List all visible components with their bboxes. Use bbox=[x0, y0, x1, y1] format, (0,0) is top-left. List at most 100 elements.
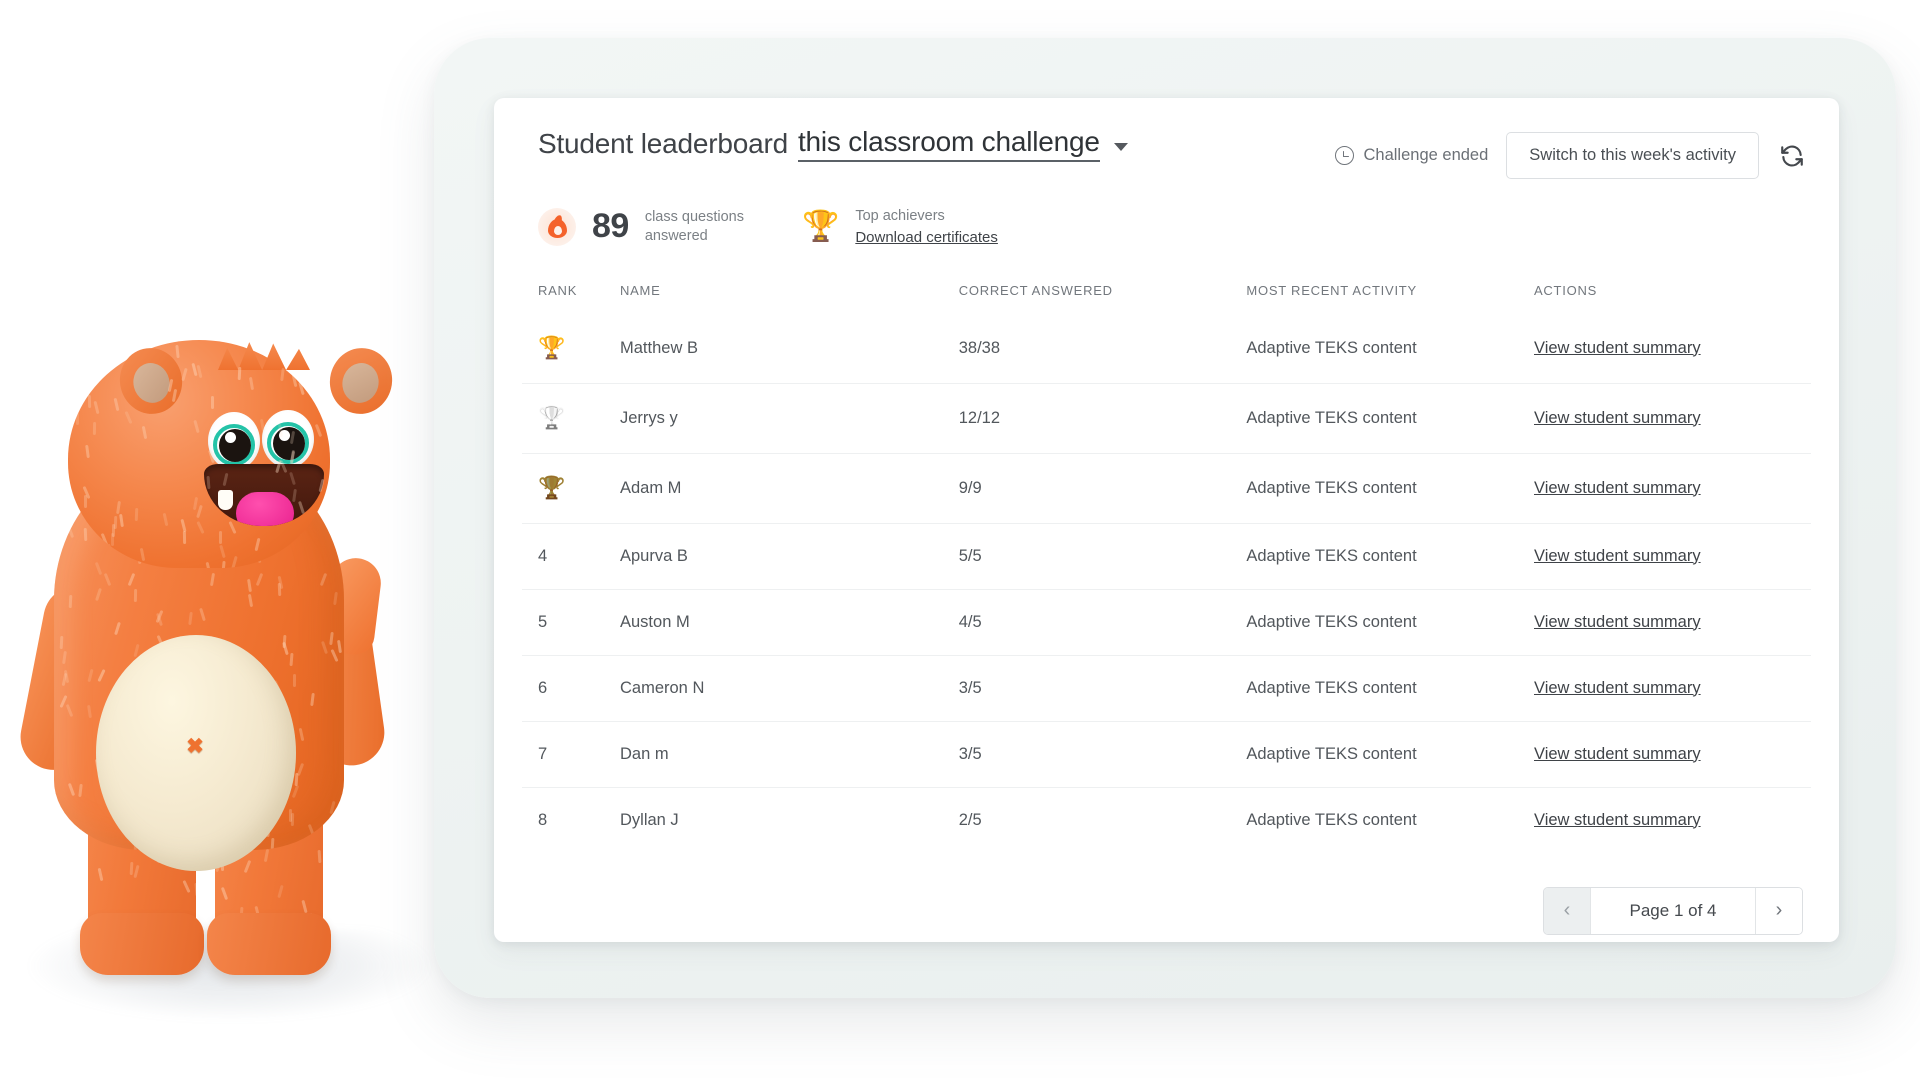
student-name: Jerrys y bbox=[620, 383, 959, 453]
actions-cell: View student summary bbox=[1534, 383, 1811, 453]
leaderboard-card: Student leaderboard this classroom chall… bbox=[494, 98, 1839, 942]
view-student-summary-link[interactable]: View student summary bbox=[1534, 339, 1701, 357]
most-recent-activity: Adaptive TEKS content bbox=[1246, 721, 1534, 787]
actions-cell: View student summary bbox=[1534, 523, 1811, 589]
table-row: 4 Apurva B 5/5 Adaptive TEKS content View st… bbox=[522, 523, 1811, 589]
student-name: Dan m bbox=[620, 721, 959, 787]
correct-answered: 3/5 bbox=[959, 655, 1247, 721]
mascot-eye-right bbox=[262, 410, 314, 468]
flame-icon bbox=[538, 208, 576, 246]
column-header-actions: ACTIONS bbox=[1534, 273, 1811, 314]
rank-number: 5 bbox=[522, 589, 620, 655]
view-student-summary-link[interactable]: View student summary bbox=[1534, 745, 1701, 763]
screenshot-root: ✖ Student leaderboard this classroom cha… bbox=[0, 0, 1920, 1080]
trophy-silver-icon: 🏆 bbox=[538, 407, 565, 429]
top-achievers-block: Top achievers Download certificates bbox=[855, 205, 998, 249]
mascot-mouth bbox=[204, 464, 324, 526]
questions-answered-count: 89 bbox=[592, 207, 629, 246]
correct-answered: 3/5 bbox=[959, 721, 1247, 787]
most-recent-activity: Adaptive TEKS content bbox=[1246, 314, 1534, 384]
download-certificates-link[interactable]: Download certificates bbox=[855, 229, 998, 246]
refresh-icon[interactable] bbox=[1779, 143, 1805, 169]
trophy-award-icon: 🏆 bbox=[802, 212, 839, 242]
chevron-left-icon[interactable]: ‹ bbox=[1544, 888, 1590, 934]
challenge-scope-selector[interactable]: this classroom challenge bbox=[798, 126, 1100, 162]
view-student-summary-link[interactable]: View student summary bbox=[1534, 613, 1701, 631]
student-name: Adam M bbox=[620, 453, 959, 523]
table-row: 🏆 Jerrys y 12/12 Adaptive TEKS content View … bbox=[522, 383, 1811, 453]
mascot-tooth bbox=[218, 490, 233, 510]
rank-medal-silver-icon: 🏆 bbox=[522, 383, 620, 453]
correct-answered: 12/12 bbox=[959, 383, 1247, 453]
challenge-status: Challenge ended bbox=[1335, 146, 1489, 165]
mascot-head bbox=[68, 340, 330, 568]
stat-label-line-2: answered bbox=[645, 228, 708, 244]
class-stats: 89 class questions answered 🏆 Top achiev… bbox=[522, 179, 1811, 249]
trophy-gold-icon: 🏆 bbox=[538, 337, 565, 359]
table-row: 8 Dyllan J 2/5 Adaptive TEKS content View st… bbox=[522, 787, 1811, 853]
student-name: Apurva B bbox=[620, 523, 959, 589]
column-header-rank: RANK bbox=[522, 273, 620, 314]
correct-answered: 4/5 bbox=[959, 589, 1247, 655]
actions-cell: View student summary bbox=[1534, 453, 1811, 523]
view-student-summary-link[interactable]: View student summary bbox=[1534, 679, 1701, 697]
mascot-ear-left bbox=[113, 341, 189, 420]
rank-number: 7 bbox=[522, 721, 620, 787]
table-row: 🏆 Matthew B 38/38 Adaptive TEKS content View… bbox=[522, 314, 1811, 384]
page-indicator: Page 1 of 4 bbox=[1590, 888, 1756, 934]
most-recent-activity: Adaptive TEKS content bbox=[1246, 383, 1534, 453]
table-row: 7 Dan m 3/5 Adaptive TEKS content View stude… bbox=[522, 721, 1811, 787]
student-name: Auston M bbox=[620, 589, 959, 655]
rank-number: 4 bbox=[522, 523, 620, 589]
actions-cell: View student summary bbox=[1534, 787, 1811, 853]
column-header-correct: CORRECT ANSWERED bbox=[959, 273, 1247, 314]
chevron-right-icon[interactable]: › bbox=[1756, 888, 1802, 934]
rank-medal-gold-icon: 🏆 bbox=[522, 314, 620, 384]
leaderboard-table: RANK NAME CORRECT ANSWERED MOST RECENT A… bbox=[522, 273, 1811, 853]
view-student-summary-link[interactable]: View student summary bbox=[1534, 547, 1701, 565]
most-recent-activity: Adaptive TEKS content bbox=[1246, 453, 1534, 523]
correct-answered: 5/5 bbox=[959, 523, 1247, 589]
card-header: Student leaderboard this classroom chall… bbox=[522, 98, 1811, 179]
mascot-navel-icon: ✖ bbox=[186, 738, 204, 756]
rank-medal-bronze-icon: 🏆 bbox=[522, 453, 620, 523]
pagination: ‹ Page 1 of 4 › bbox=[1543, 887, 1803, 935]
chevron-down-icon[interactable] bbox=[1114, 143, 1128, 151]
actions-cell: View student summary bbox=[1534, 721, 1811, 787]
actions-cell: View student summary bbox=[1534, 314, 1811, 384]
table-header-row: RANK NAME CORRECT ANSWERED MOST RECENT A… bbox=[522, 273, 1811, 314]
page-title: Student leaderboard this classroom chall… bbox=[538, 126, 1128, 162]
table-row: 5 Auston M 4/5 Adaptive TEKS content View st… bbox=[522, 589, 1811, 655]
rank-number: 8 bbox=[522, 787, 620, 853]
column-header-name: NAME bbox=[620, 273, 959, 314]
trophy-bronze-icon: 🏆 bbox=[538, 477, 565, 499]
correct-answered: 2/5 bbox=[959, 787, 1247, 853]
table-row: 🏆 Adam M 9/9 Adaptive TEKS content View stud… bbox=[522, 453, 1811, 523]
correct-answered: 9/9 bbox=[959, 453, 1247, 523]
view-student-summary-link[interactable]: View student summary bbox=[1534, 479, 1701, 497]
questions-answered-label: class questions answered bbox=[645, 208, 744, 246]
stat-label-line-1: class questions bbox=[645, 209, 744, 225]
most-recent-activity: Adaptive TEKS content bbox=[1246, 589, 1534, 655]
pagination-row: ‹ Page 1 of 4 › bbox=[522, 853, 1811, 935]
view-student-summary-link[interactable]: View student summary bbox=[1534, 811, 1701, 829]
top-achievers-label: Top achievers bbox=[855, 208, 944, 224]
mascot-hair-tuft bbox=[218, 336, 310, 370]
table-head: RANK NAME CORRECT ANSWERED MOST RECENT A… bbox=[522, 273, 1811, 314]
view-student-summary-link[interactable]: View student summary bbox=[1534, 409, 1701, 427]
page-title-text: Student leaderboard bbox=[538, 128, 788, 160]
table-body: 🏆 Matthew B 38/38 Adaptive TEKS content View… bbox=[522, 314, 1811, 853]
switch-to-week-activity-button[interactable]: Switch to this week's activity bbox=[1506, 132, 1759, 179]
student-name: Matthew B bbox=[620, 314, 959, 384]
table-row: 6 Cameron N 3/5 Adaptive TEKS content View s… bbox=[522, 655, 1811, 721]
most-recent-activity: Adaptive TEKS content bbox=[1246, 787, 1534, 853]
student-name: Cameron N bbox=[620, 655, 959, 721]
column-header-activity: MOST RECENT ACTIVITY bbox=[1246, 273, 1534, 314]
mascot-ear-right bbox=[323, 341, 399, 420]
clock-icon bbox=[1335, 146, 1354, 165]
mascot-tongue bbox=[236, 492, 294, 526]
orange-monster-mascot: ✖ bbox=[10, 330, 440, 1030]
most-recent-activity: Adaptive TEKS content bbox=[1246, 655, 1534, 721]
most-recent-activity: Adaptive TEKS content bbox=[1246, 523, 1534, 589]
challenge-status-label: Challenge ended bbox=[1364, 146, 1489, 165]
